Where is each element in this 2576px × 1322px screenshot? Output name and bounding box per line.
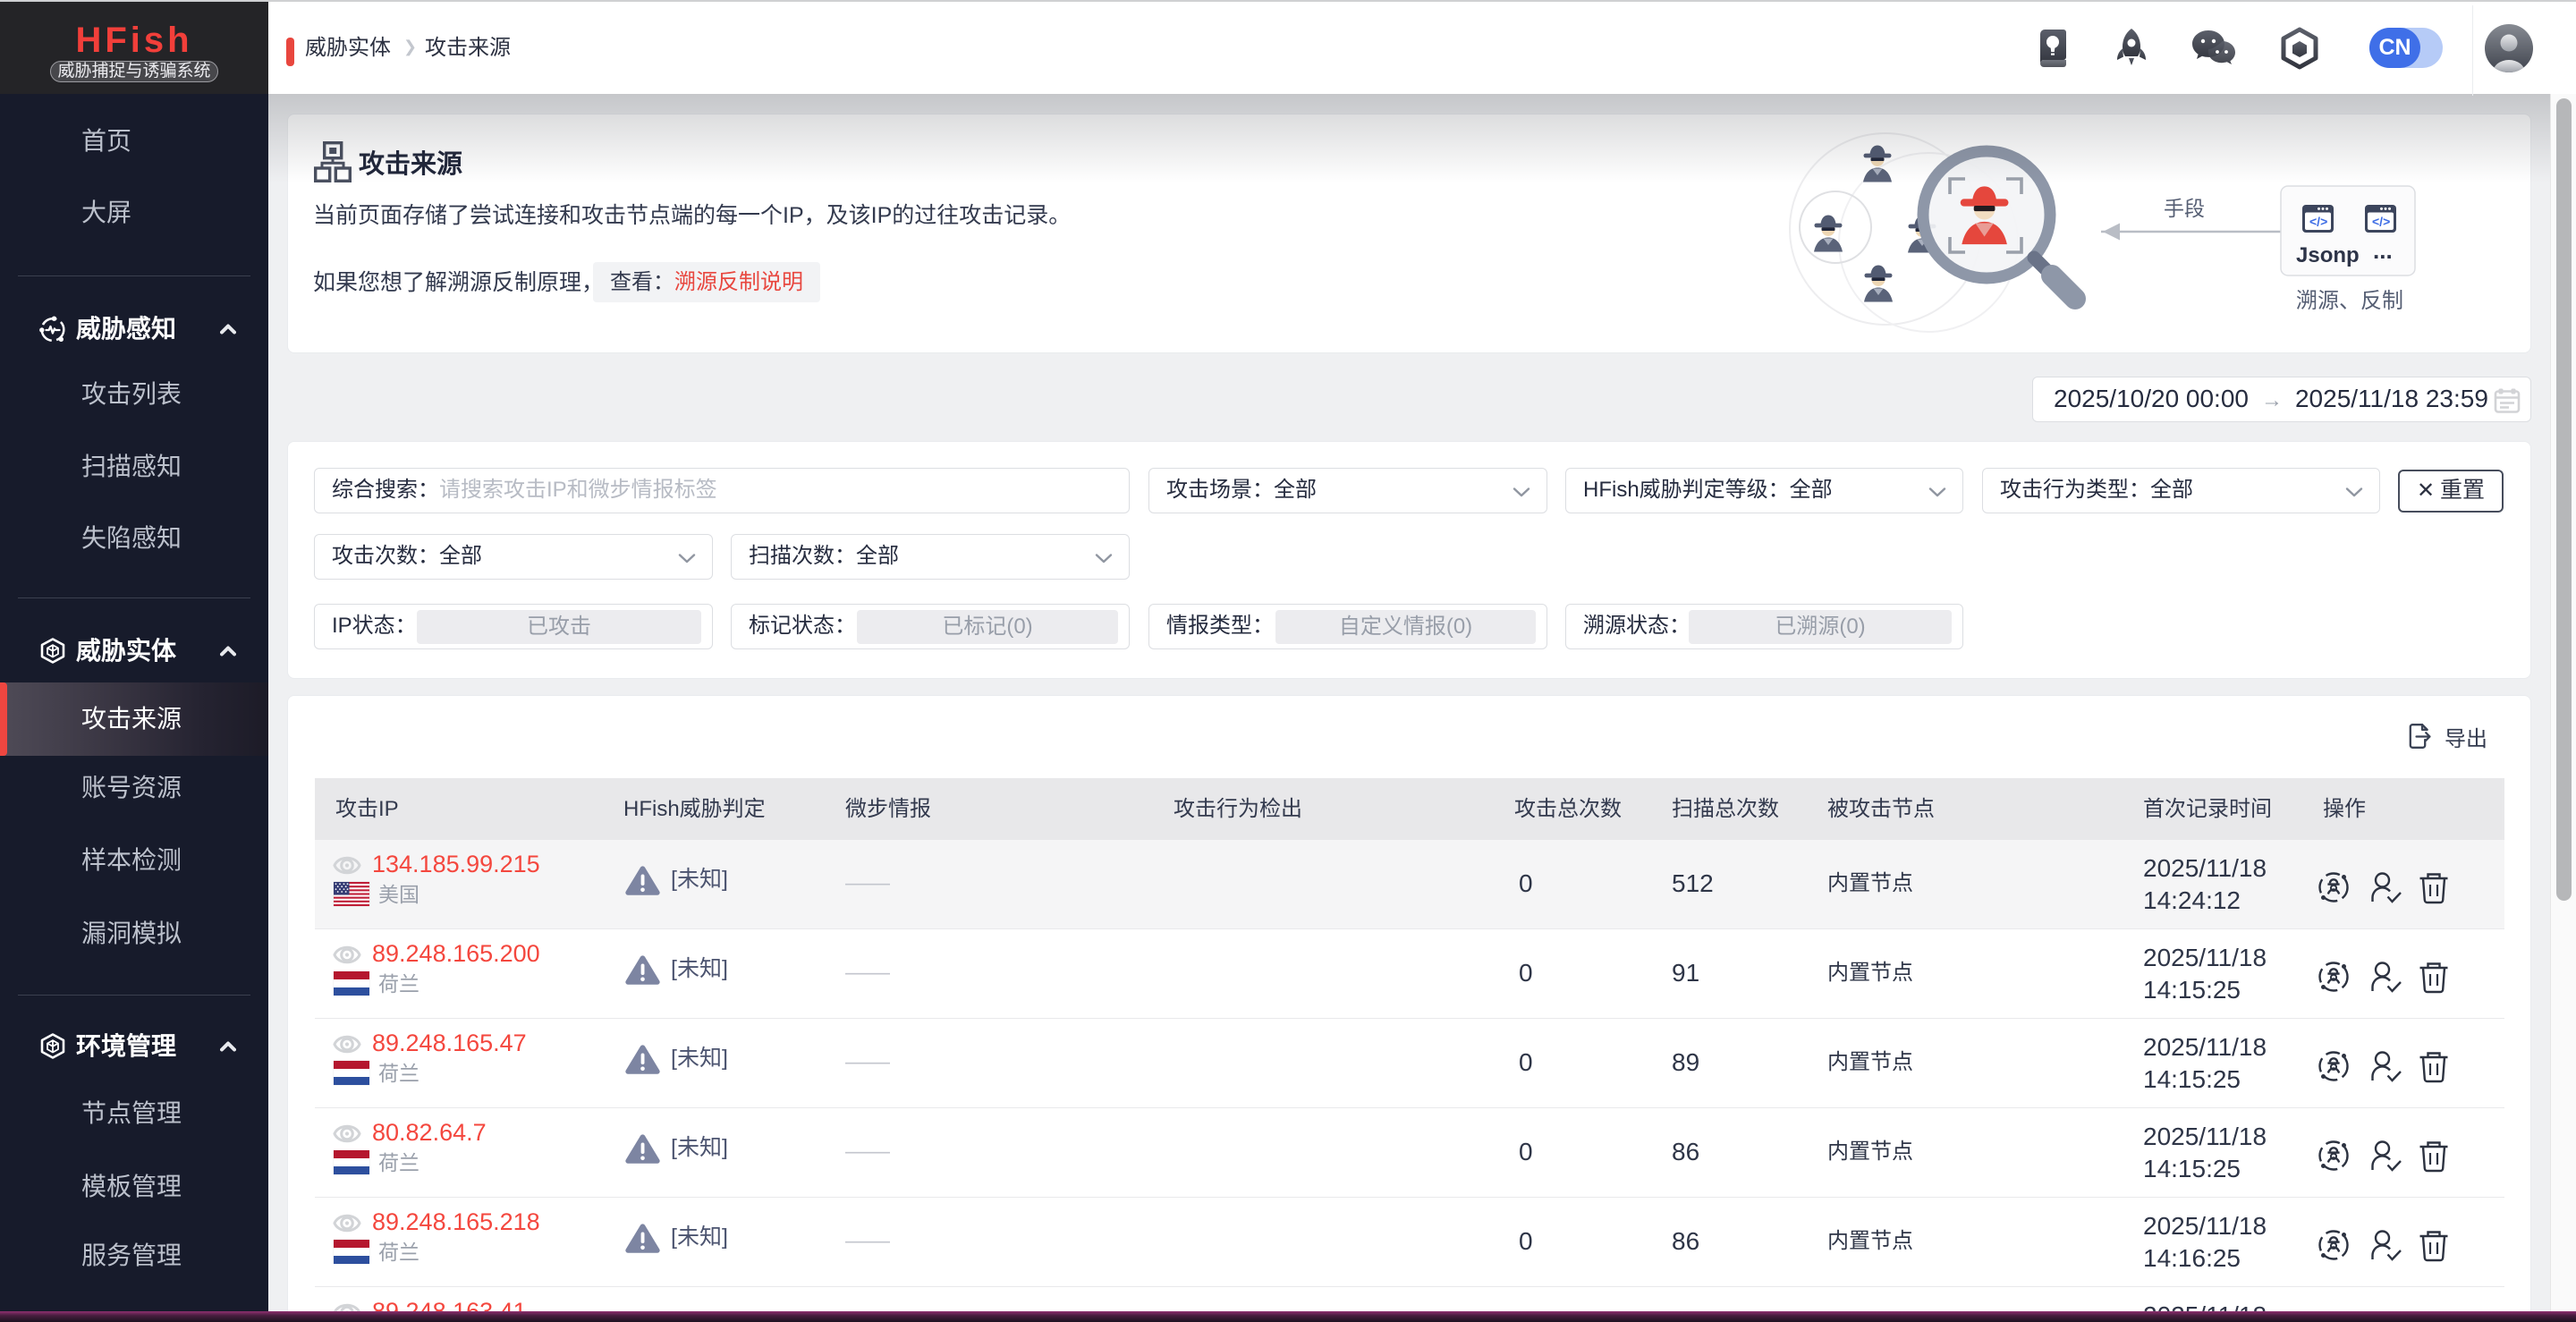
svg-text:Jsonp: Jsonp [2296, 243, 2360, 267]
svg-text:溯源、反制: 溯源、反制 [2296, 289, 2403, 313]
svg-text:手段: 手段 [2164, 197, 2205, 220]
svg-text:</>: </> [2309, 215, 2327, 229]
svg-text:...: ... [2373, 237, 2393, 264]
